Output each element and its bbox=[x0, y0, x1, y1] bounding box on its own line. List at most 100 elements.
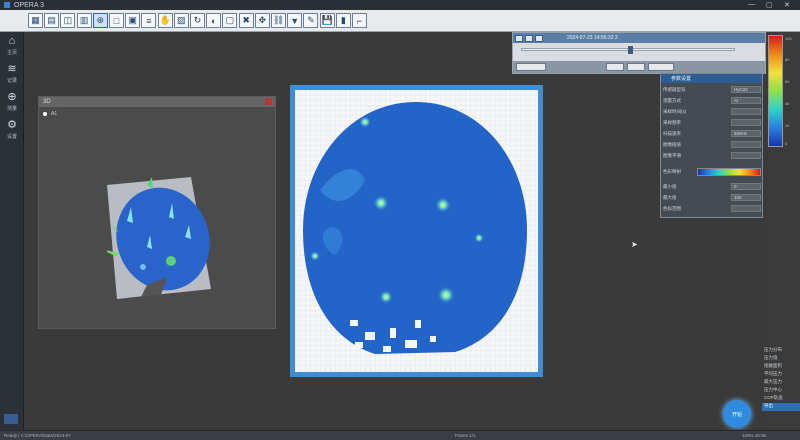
close-tool-button[interactable]: ✖ bbox=[238, 13, 254, 28]
param-row: 色彩映射 bbox=[663, 167, 762, 176]
timeline-slider[interactable] bbox=[521, 46, 735, 54]
parameter-panel-title: 参数设置 bbox=[661, 74, 762, 83]
start-button[interactable]: 开始 bbox=[723, 400, 751, 428]
close-button[interactable]: ✕ bbox=[784, 1, 790, 9]
bars-icon: ▮ bbox=[340, 15, 346, 25]
param-row: 最大值 100 bbox=[663, 193, 762, 202]
stop-button[interactable] bbox=[535, 34, 543, 42]
minimize-button[interactable]: — bbox=[748, 1, 755, 8]
param-label: 采样频率 bbox=[663, 119, 681, 125]
3d-window-title: 3D bbox=[43, 99, 51, 105]
link-tool-button[interactable]: ⛓ bbox=[271, 13, 286, 28]
frame-tool-button[interactable]: ▢ bbox=[222, 13, 238, 28]
menu-item[interactable]: 接触面积 bbox=[762, 363, 800, 371]
chart-icon: ▤ bbox=[47, 15, 56, 25]
status-path: Ready | C:\OPERA\Data\2024-07 bbox=[4, 433, 71, 438]
move-tool-button[interactable]: ✥ bbox=[254, 13, 270, 28]
rotate-icon: ↻ bbox=[193, 15, 202, 25]
menu-item[interactable]: 压力分布 bbox=[762, 347, 800, 355]
colorbar-tick: 80 bbox=[785, 57, 790, 62]
colorbar-ticks: 100 80 60 40 20 0 bbox=[785, 36, 797, 146]
param-value-input[interactable] bbox=[731, 108, 761, 115]
pause-button[interactable] bbox=[525, 34, 533, 42]
frame-step-input[interactable] bbox=[606, 63, 624, 71]
sidebar-item-records[interactable]: ≋ 记录 bbox=[1, 62, 23, 88]
pressure-map-canvas[interactable] bbox=[295, 90, 538, 372]
move-icon: ✥ bbox=[258, 15, 267, 25]
playback-control-panel: 2024-07-23 14:56:33 2 bbox=[512, 32, 766, 74]
zoom-input[interactable] bbox=[648, 63, 674, 71]
rotate-tool-button[interactable]: ↻ bbox=[190, 13, 205, 28]
grid-tool-button[interactable]: ▦ bbox=[28, 13, 43, 28]
pressure-footprint bbox=[303, 102, 527, 354]
maximize-button[interactable]: ▢ bbox=[766, 1, 773, 9]
3d-view-window[interactable]: 3D A1 bbox=[38, 96, 276, 329]
param-row: 采样时间(s) bbox=[663, 107, 762, 116]
save-icon: 💾 bbox=[321, 15, 333, 25]
sidebar-item-home[interactable]: ⌂ 主页 bbox=[1, 34, 23, 60]
speed-input[interactable] bbox=[627, 63, 645, 71]
layers-tool-button[interactable]: ◫ bbox=[60, 13, 76, 28]
table-tool-button[interactable]: ▥ bbox=[76, 13, 92, 28]
select-tool-button[interactable]: □ bbox=[109, 13, 124, 28]
target-tool-button[interactable]: ⊕ bbox=[92, 13, 108, 28]
box-tool-button[interactable]: ▣ bbox=[125, 13, 141, 28]
param-value-input[interactable] bbox=[731, 205, 761, 212]
colorbar-tick: 100 bbox=[785, 36, 792, 41]
sidebar-item-label: 设置 bbox=[6, 134, 17, 140]
menu-item[interactable]: 最大压力 bbox=[762, 379, 800, 387]
menu-item[interactable]: 压力值 bbox=[762, 355, 800, 363]
legend-dot bbox=[43, 112, 47, 116]
param-value-input[interactable] bbox=[731, 152, 761, 159]
pressure-map-view[interactable] bbox=[290, 85, 543, 377]
param-value-input[interactable]: HyC22 bbox=[731, 86, 761, 93]
bars-tool-button[interactable]: ▮ bbox=[335, 13, 351, 28]
hand-tool-button[interactable]: ✋ bbox=[157, 13, 173, 28]
param-value-input[interactable] bbox=[731, 119, 761, 126]
colormap-selector[interactable] bbox=[697, 167, 761, 176]
close-icon[interactable] bbox=[265, 98, 272, 105]
param-label: 图像平滑 bbox=[663, 152, 681, 158]
pen-icon: ✎ bbox=[307, 15, 315, 25]
list-icon: ≡ bbox=[146, 15, 152, 26]
param-value-input[interactable]: 100 bbox=[731, 194, 761, 201]
param-label: 最小值 bbox=[663, 183, 677, 189]
param-label: 最大值 bbox=[663, 194, 677, 200]
3d-pressure-plate[interactable] bbox=[107, 177, 217, 307]
image-tool-button[interactable]: ▨ bbox=[173, 13, 189, 28]
ruler-icon: ⌐ bbox=[356, 15, 363, 26]
table-icon: ▥ bbox=[79, 15, 89, 25]
grid-icon: ▦ bbox=[31, 15, 40, 25]
param-value-input[interactable] bbox=[731, 141, 761, 148]
play-button[interactable] bbox=[515, 34, 523, 42]
param-row: 图像平滑 bbox=[663, 151, 762, 160]
chart-tool-button[interactable]: ▤ bbox=[44, 13, 60, 28]
save-tool-button[interactable]: 💾 bbox=[319, 13, 335, 28]
menu-item[interactable]: COP轨迹 bbox=[762, 395, 800, 403]
colorbar-tick: 60 bbox=[785, 79, 790, 84]
ruler-tool-button[interactable]: ⌐ bbox=[352, 13, 367, 28]
pen-tool-button[interactable]: ✎ bbox=[303, 13, 319, 28]
legend: A1 bbox=[43, 111, 57, 117]
frame-input[interactable] bbox=[516, 63, 546, 71]
sidebar-bottom-button[interactable] bbox=[4, 414, 18, 424]
slider-knob[interactable] bbox=[628, 46, 633, 54]
sidebar-item-settings[interactable]: ⚙ 设置 bbox=[1, 118, 23, 144]
status-bar: Ready | C:\OPERA\Data\2024-07 Frame 1/1 … bbox=[0, 430, 800, 440]
filter-tool-button[interactable]: ▼ bbox=[287, 13, 303, 28]
list-tool-button[interactable]: ≡ bbox=[141, 13, 157, 28]
param-value-input[interactable]: 500Hz bbox=[731, 130, 761, 137]
param-value-input[interactable]: 0 bbox=[731, 183, 761, 190]
param-row: 色标范围 bbox=[663, 204, 762, 213]
menu-item-active[interactable]: 导出 bbox=[762, 403, 800, 411]
param-label: 扫描速率 bbox=[663, 130, 681, 136]
palette-tool-button[interactable]: ◐ bbox=[206, 13, 222, 28]
param-row: 测量方式 AI bbox=[663, 96, 762, 105]
3d-window-header[interactable]: 3D bbox=[39, 97, 275, 107]
menu-item[interactable]: 平均压力 bbox=[762, 371, 800, 379]
menu-item[interactable]: 压力中心 bbox=[762, 387, 800, 395]
sidebar-item-measure[interactable]: ⊕ 测量 bbox=[1, 90, 23, 116]
sidebar-item-label: 测量 bbox=[6, 106, 17, 112]
title-bar: OPERA 3 — ▢ ✕ bbox=[0, 0, 800, 10]
param-value-input[interactable]: AI bbox=[731, 97, 761, 104]
